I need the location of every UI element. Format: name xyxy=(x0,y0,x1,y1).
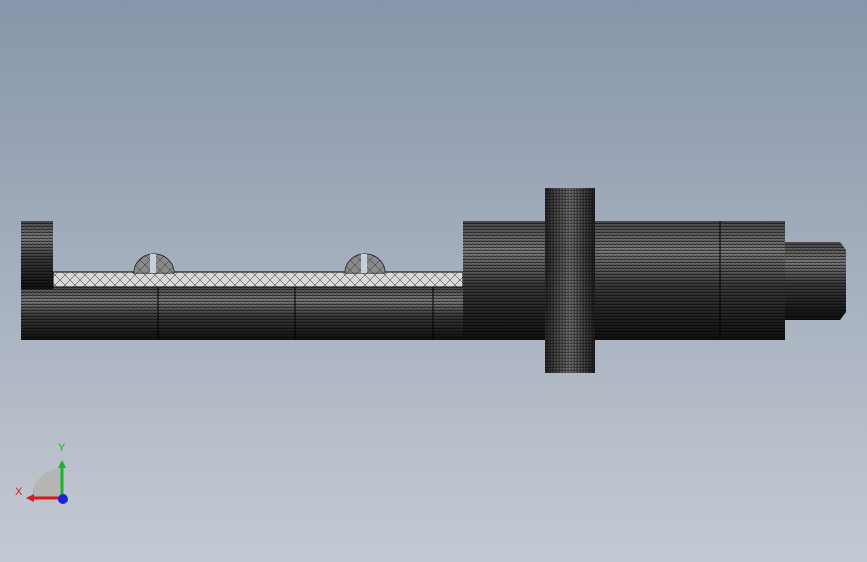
slot-insert[interactable] xyxy=(52,271,464,288)
triad-y-arrow xyxy=(58,460,66,468)
shaft-step-segment[interactable] xyxy=(463,221,545,340)
screw-head-2[interactable] xyxy=(344,253,386,274)
triad-y-label: Y xyxy=(58,442,66,454)
flange[interactable] xyxy=(545,188,595,373)
shaft-right-body[interactable] xyxy=(595,221,785,340)
view-triad xyxy=(26,460,68,504)
shaft-left-body[interactable] xyxy=(21,287,463,340)
end-lug[interactable] xyxy=(21,221,53,289)
triad-xy-plane xyxy=(32,468,62,498)
graphics-viewport[interactable]: X Y xyxy=(0,0,867,562)
triad-z-axis xyxy=(58,494,68,504)
triad-x-arrow xyxy=(26,494,34,502)
screw-head-1[interactable] xyxy=(133,253,175,274)
shaft-tip[interactable] xyxy=(785,242,846,320)
triad-x-label: X xyxy=(15,486,23,498)
part-model[interactable] xyxy=(0,0,867,562)
